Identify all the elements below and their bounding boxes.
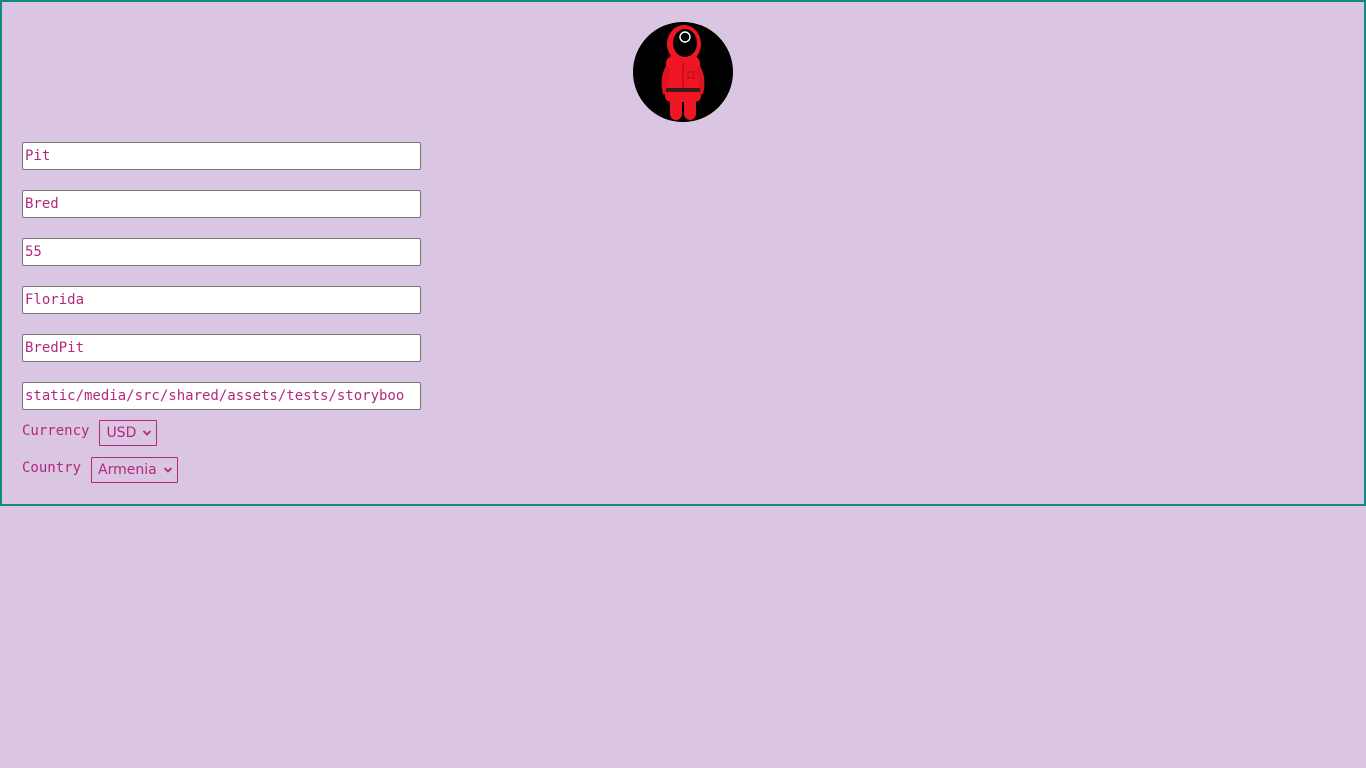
avatar-path-input[interactable] <box>22 382 421 410</box>
country-row: Country Armenia <box>22 456 178 484</box>
profile-card: Currency USD Country Armenia <box>0 0 1366 506</box>
country-selected-value: Armenia <box>98 462 157 478</box>
currency-select[interactable]: USD <box>99 420 158 446</box>
username-input[interactable] <box>22 334 421 362</box>
first-name-input[interactable] <box>22 142 421 170</box>
chevron-down-icon <box>143 430 152 436</box>
chevron-down-icon <box>163 467 172 473</box>
currency-selected-value: USD <box>106 425 137 441</box>
age-input[interactable] <box>22 238 421 266</box>
country-label: Country <box>22 460 82 476</box>
squid-game-guard-icon <box>633 22 733 122</box>
currency-row: Currency USD <box>22 419 158 447</box>
country-select[interactable]: Armenia <box>91 457 178 483</box>
city-input[interactable] <box>22 286 421 314</box>
avatar <box>633 22 733 122</box>
currency-label: Currency <box>22 423 90 439</box>
last-name-input[interactable] <box>22 190 421 218</box>
